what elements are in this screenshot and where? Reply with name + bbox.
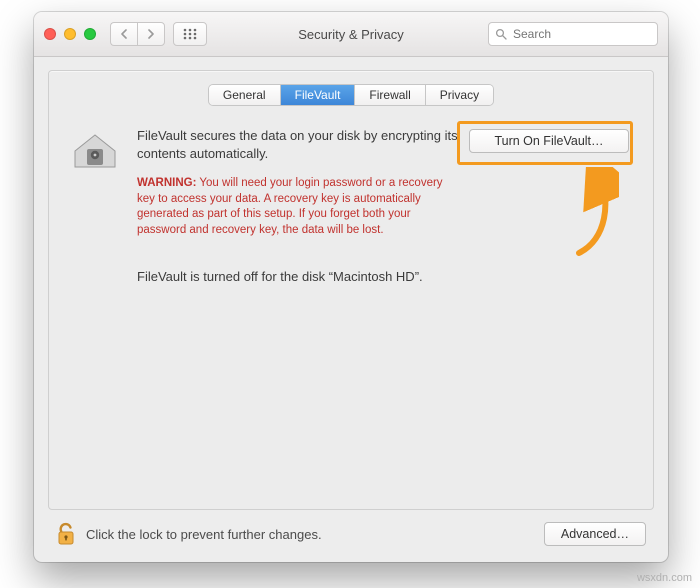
annotation-arrow-icon: [549, 167, 619, 257]
lock-icon[interactable]: [56, 521, 76, 547]
chevron-left-icon: [120, 29, 128, 39]
tab-filevault[interactable]: FileVault: [281, 85, 356, 105]
intro-text: FileVault secures the data on your disk …: [137, 127, 459, 162]
filevault-icon: [71, 129, 119, 169]
footer: Click the lock to prevent further change…: [48, 514, 654, 554]
lock-text: Click the lock to prevent further change…: [86, 527, 322, 542]
content-panel: General FileVault Firewall Privacy FileV…: [48, 70, 654, 510]
search-field[interactable]: [488, 22, 658, 46]
tab-firewall[interactable]: Firewall: [355, 85, 425, 105]
preferences-window: Security & Privacy General FileVault Fir…: [34, 12, 668, 562]
back-button[interactable]: [110, 22, 137, 46]
advanced-button[interactable]: Advanced…: [544, 522, 646, 546]
minimize-icon[interactable]: [64, 28, 76, 40]
tab-privacy[interactable]: Privacy: [426, 85, 493, 105]
warning-text: WARNING: You will need your login passwo…: [137, 176, 459, 238]
show-all-button[interactable]: [173, 22, 207, 46]
grid-icon: [183, 28, 197, 40]
search-input[interactable]: [511, 26, 651, 42]
status-text: FileVault is turned off for the disk “Ma…: [137, 268, 459, 286]
turn-on-group: Turn On FileVault…: [467, 123, 631, 157]
tab-bar: General FileVault Firewall Privacy: [49, 85, 653, 105]
nav-buttons: [110, 22, 165, 46]
tab-general[interactable]: General: [209, 85, 281, 105]
watermark: wsxdn.com: [637, 572, 692, 584]
close-icon[interactable]: [44, 28, 56, 40]
titlebar: Security & Privacy: [34, 12, 668, 57]
warning-label: WARNING:: [137, 177, 196, 189]
forward-button[interactable]: [137, 22, 165, 46]
turn-on-filevault-button[interactable]: Turn On FileVault…: [469, 129, 629, 153]
chevron-right-icon: [147, 29, 155, 39]
zoom-icon[interactable]: [84, 28, 96, 40]
body-text-block: FileVault secures the data on your disk …: [137, 127, 459, 286]
search-icon: [495, 28, 507, 40]
filevault-pane: FileVault secures the data on your disk …: [67, 123, 635, 495]
window-controls: [44, 28, 96, 40]
